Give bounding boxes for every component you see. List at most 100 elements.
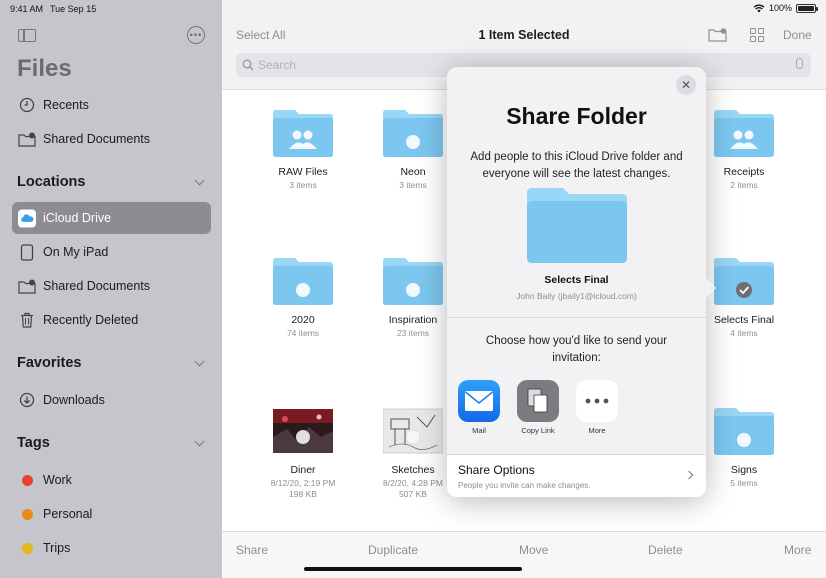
tag-dot-icon bbox=[18, 471, 36, 489]
sidebar-item-recents[interactable]: Recents bbox=[12, 89, 211, 121]
file-item[interactable]: Signs 5 items bbox=[694, 407, 794, 489]
share-button[interactable]: Share bbox=[236, 543, 268, 557]
folder-icon bbox=[527, 188, 627, 263]
delete-button[interactable]: Delete bbox=[648, 543, 683, 557]
section-favorites[interactable]: Favorites bbox=[17, 355, 207, 371]
popover-arrow bbox=[704, 276, 716, 300]
shared-folder-icon bbox=[18, 277, 36, 295]
sidebar-item-label: Shared Documents bbox=[43, 132, 151, 146]
clock-icon bbox=[18, 96, 36, 114]
trash-icon bbox=[18, 311, 36, 329]
status-date: Tue Sep 15 bbox=[50, 4, 97, 14]
sidebar-item-label: Downloads bbox=[43, 393, 105, 407]
tag-dot-icon bbox=[18, 505, 36, 523]
divider bbox=[447, 317, 706, 318]
close-icon[interactable]: ✕ bbox=[676, 75, 696, 95]
file-meta: 8/12/20, 2:19 PM 198 KB bbox=[270, 478, 336, 500]
share-via-mail[interactable]: Mail bbox=[449, 380, 509, 435]
duplicate-button[interactable]: Duplicate bbox=[368, 543, 418, 557]
status-time: 9:41 AM bbox=[10, 4, 44, 14]
move-button[interactable]: Move bbox=[519, 543, 548, 557]
sketch-thumbnail bbox=[382, 408, 444, 454]
sidebar-item-tag-work[interactable]: Work bbox=[12, 464, 211, 496]
sidebar-item-label: Trips bbox=[43, 541, 71, 555]
file-item[interactable]: Receipts 2 items bbox=[694, 109, 794, 191]
share-options-row[interactable]: Share Options People you invite can make… bbox=[447, 455, 706, 497]
file-meta: 2 items bbox=[730, 180, 758, 190]
folder-icon bbox=[383, 110, 443, 157]
mail-icon bbox=[458, 380, 500, 422]
selection-title: 1 Item Selected bbox=[478, 28, 570, 42]
photo-thumbnail bbox=[273, 409, 333, 453]
sidebar-item-label: iCloud Drive bbox=[43, 211, 112, 225]
icloud-icon bbox=[18, 209, 36, 227]
section-label: Tags bbox=[17, 435, 50, 451]
chevron-down-icon bbox=[194, 436, 205, 446]
chevron-down-icon bbox=[194, 356, 205, 366]
search-icon bbox=[242, 59, 254, 71]
sidebar-item-shared-documents-location[interactable]: Shared Documents bbox=[12, 270, 211, 302]
folder-selected-icon bbox=[714, 258, 774, 305]
chevron-down-icon bbox=[194, 175, 205, 185]
file-meta: 3 items bbox=[289, 180, 317, 190]
wifi-icon bbox=[753, 4, 765, 12]
microphone-icon[interactable] bbox=[796, 58, 803, 69]
chevron-right-icon bbox=[684, 470, 694, 480]
section-label: Locations bbox=[17, 174, 86, 190]
new-folder-icon[interactable] bbox=[708, 28, 728, 42]
share-via-copy-link[interactable]: Copy Link bbox=[508, 380, 568, 435]
popover-description: Add people to this iCloud Drive folder a… bbox=[470, 151, 683, 180]
shared-folder-icon bbox=[18, 130, 36, 148]
section-label: Favorites bbox=[17, 355, 82, 371]
sidebar-item-downloads[interactable]: Downloads bbox=[12, 384, 211, 416]
folder-icon bbox=[273, 258, 333, 305]
more-options-icon[interactable]: ••• bbox=[187, 26, 205, 44]
folder-icon bbox=[714, 408, 774, 455]
file-name: RAW Files bbox=[278, 166, 328, 178]
sidebar-title: Files bbox=[17, 55, 72, 82]
file-item[interactable]: 2020 74 items bbox=[253, 257, 353, 339]
sidebar-item-label: Shared Documents bbox=[43, 279, 151, 293]
sidebar-item-tag-personal[interactable]: Personal bbox=[12, 498, 211, 530]
file-name: Diner bbox=[290, 464, 316, 476]
sidebar-item-tag-trips[interactable]: Trips bbox=[12, 532, 211, 564]
file-name: Selects Final bbox=[713, 314, 775, 326]
status-right: 100% bbox=[753, 3, 818, 13]
download-icon bbox=[18, 391, 36, 409]
share-folder-popover: ✕ Share Folder Add people to this iCloud… bbox=[447, 67, 706, 497]
shared-folder-icon bbox=[714, 110, 774, 157]
section-tags[interactable]: Tags bbox=[17, 435, 207, 451]
battery-icon bbox=[796, 3, 818, 13]
sidebar-item-recently-deleted[interactable]: Recently Deleted bbox=[12, 304, 211, 336]
grid-view-icon[interactable] bbox=[750, 28, 764, 42]
sidebar-item-label: Recently Deleted bbox=[43, 313, 139, 327]
file-meta: 5 items bbox=[730, 478, 758, 488]
home-indicator[interactable] bbox=[304, 567, 522, 571]
sidebar-toggle-icon[interactable] bbox=[18, 29, 36, 42]
file-name: Receipts bbox=[723, 166, 765, 178]
sidebar-item-label: Work bbox=[43, 473, 72, 487]
sidebar-item-icloud-drive[interactable]: iCloud Drive bbox=[12, 202, 211, 234]
done-button[interactable]: Done bbox=[783, 28, 812, 42]
more-button[interactable]: More bbox=[784, 543, 811, 557]
sidebar-item-label: On My iPad bbox=[43, 245, 109, 259]
share-app-label: More bbox=[588, 426, 606, 435]
section-locations[interactable]: Locations bbox=[17, 174, 207, 190]
popover-title: Share Folder bbox=[506, 103, 647, 129]
folder-owner: John Baily (jbaily1@icloud.com) bbox=[516, 291, 637, 301]
file-meta: 74 items bbox=[286, 328, 320, 338]
file-item[interactable]: RAW Files 3 items bbox=[253, 109, 353, 191]
share-via-more[interactable]: More bbox=[567, 380, 627, 435]
file-item[interactable]: Diner 8/12/20, 2:19 PM 198 KB bbox=[253, 407, 353, 501]
shared-folder-icon bbox=[273, 110, 333, 157]
share-app-label: Copy Link bbox=[521, 426, 555, 435]
share-app-label: Mail bbox=[472, 426, 486, 435]
status-bar: 9:41 AM Tue Sep 15 100% bbox=[0, 0, 826, 18]
ipad-icon bbox=[18, 243, 36, 261]
sidebar-item-on-my-ipad[interactable]: On My iPad bbox=[12, 236, 211, 268]
copy-link-icon bbox=[517, 380, 559, 422]
tag-dot-icon bbox=[18, 539, 36, 557]
file-meta: 4 items bbox=[730, 328, 758, 338]
sidebar: ••• Files Recents Shared Documents Locat… bbox=[0, 0, 222, 578]
sidebar-item-shared-documents[interactable]: Shared Documents bbox=[12, 123, 211, 155]
